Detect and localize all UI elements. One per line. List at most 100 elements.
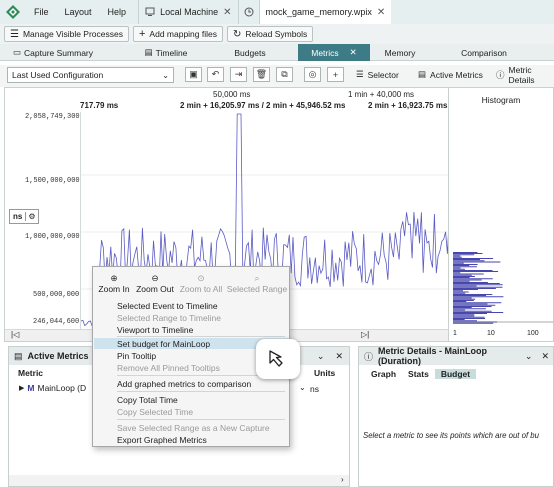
button-label: Reload Symbols bbox=[245, 29, 308, 39]
histogram-bar bbox=[453, 314, 475, 316]
close-icon[interactable]: ✕ bbox=[223, 7, 231, 18]
histogram-bar bbox=[453, 304, 496, 306]
y-tick-label: 1,000,000,000 bbox=[25, 233, 80, 241]
zoom-to-all-tool[interactable]: ⊙ Zoom to All bbox=[177, 270, 225, 296]
menu-item-export-graphed-metrics[interactable]: Export Graphed Metrics bbox=[94, 434, 288, 445]
close-icon[interactable]: ✕ bbox=[350, 47, 357, 58]
menu-item-selected-event-to-timeline[interactable]: Selected Event to Timeline bbox=[94, 300, 288, 311]
monitor-icon bbox=[145, 7, 155, 17]
menu-item-selected-range-to-timeline[interactable]: Selected Range to Timeline bbox=[94, 312, 288, 323]
histogram-bar bbox=[453, 261, 501, 263]
scroll-left-icon[interactable]: |◁ bbox=[11, 330, 19, 339]
table-icon: ▤ bbox=[14, 350, 23, 361]
button-label: Selector bbox=[367, 69, 399, 80]
tab-metrics[interactable]: Metrics ✕ bbox=[298, 44, 370, 61]
filter-icon[interactable]: ◎ bbox=[304, 67, 321, 82]
configuration-dropdown[interactable]: Last Used Configuration ⌄ bbox=[7, 67, 174, 83]
selector-button[interactable]: ☰ Selector bbox=[356, 67, 399, 82]
menu-item-save-selected-range[interactable]: Save Selected Range as a New Capture bbox=[94, 422, 288, 433]
toolbar: ☰ Manage Visible Processes + Add mapping… bbox=[0, 24, 554, 44]
metric-details-button[interactable]: ⓘ Metric Details bbox=[496, 64, 554, 85]
close-icon[interactable]: ✕ bbox=[377, 7, 385, 18]
refresh-icon: ↻ bbox=[233, 28, 242, 40]
ruler-right-bottom: 2 min + 16,923.75 ms bbox=[368, 101, 448, 110]
histogram-bar bbox=[453, 296, 504, 298]
close-icon[interactable]: ✕ bbox=[541, 351, 549, 362]
tab-mock-game-memory[interactable]: mock_game_memory.wpix ✕ bbox=[258, 0, 392, 24]
zoom-in-tool[interactable]: ⊕ Zoom In bbox=[95, 270, 133, 296]
histogram-bar bbox=[453, 285, 477, 287]
histogram-bar bbox=[453, 262, 464, 264]
tab-capture-clock-icon[interactable] bbox=[237, 0, 259, 24]
budget-message: Select a metric to see its points which … bbox=[363, 431, 539, 440]
histogram-bar bbox=[453, 313, 487, 314]
y-tick-label: 246,044,600 bbox=[33, 318, 80, 326]
menu-item-copy-total-time[interactable]: Copy Total Time bbox=[94, 394, 288, 405]
menu-bar: File Layout Help Local Machine ✕ mock_ga… bbox=[0, 0, 554, 24]
tab-memory[interactable]: Memory bbox=[376, 44, 424, 61]
tab-label: Memory bbox=[384, 47, 416, 58]
selected-range-tool[interactable]: ⌕ Selected Range bbox=[226, 270, 288, 296]
table-row[interactable]: ▶ M MainLoop (D bbox=[19, 382, 86, 394]
chevron-down-icon[interactable]: ⌄ bbox=[525, 351, 533, 362]
panel-title: Active Metrics bbox=[27, 351, 89, 361]
add-icon[interactable]: + bbox=[327, 67, 344, 82]
histogram-bar bbox=[453, 288, 496, 289]
histogram-bar bbox=[453, 284, 503, 286]
active-metrics-button[interactable]: ▤ Active Metrics bbox=[418, 67, 483, 82]
histogram-bar bbox=[453, 255, 461, 257]
chevron-down-icon[interactable]: ⌄ bbox=[317, 351, 325, 362]
tab-stats[interactable]: Stats bbox=[402, 369, 435, 379]
tab-budget[interactable]: Budget bbox=[434, 369, 477, 379]
metric-name: MainLoop (D bbox=[37, 383, 87, 393]
manage-visible-processes-button[interactable]: ☰ Manage Visible Processes bbox=[4, 26, 129, 42]
histogram-bar bbox=[453, 286, 503, 288]
tab-local-machine[interactable]: Local Machine ✕ bbox=[138, 0, 237, 24]
horizontal-scrollbar[interactable]: › bbox=[9, 475, 349, 486]
tab-budgets[interactable]: Budgets bbox=[225, 44, 275, 61]
summary-icon: ▭ bbox=[13, 47, 22, 57]
tab-capture-summary[interactable]: ▭ Capture Summary bbox=[4, 44, 102, 61]
copy-icon[interactable]: ⧉ bbox=[276, 67, 293, 82]
y-tick-label: 1,500,000,000 bbox=[25, 177, 80, 185]
details-tabs: Graph Stats Budget bbox=[365, 368, 477, 380]
menu-item-viewport-to-timeline[interactable]: Viewport to Timeline bbox=[94, 324, 288, 335]
y-tick-label: 2,058,749,300 bbox=[25, 113, 80, 121]
reload-symbols-button[interactable]: ↻ Reload Symbols bbox=[227, 26, 314, 42]
gear-icon[interactable]: ⚙ bbox=[25, 212, 37, 221]
histogram-bar bbox=[453, 277, 470, 278]
histogram-bar bbox=[453, 302, 502, 304]
menu-item-add-to-comparison[interactable]: Add graphed metrics to comparison bbox=[94, 378, 288, 389]
plus-icon: + bbox=[138, 28, 146, 40]
menu-help[interactable]: Help bbox=[100, 0, 135, 24]
histogram-bar bbox=[453, 301, 467, 302]
panel-header: ⓘ Metric Details - MainLoop (Duration) ⌄… bbox=[359, 346, 553, 366]
timeline-icon: ▤ bbox=[144, 47, 153, 57]
app-logo-icon bbox=[0, 0, 26, 24]
tab-timeline[interactable]: ▤ Timeline bbox=[140, 44, 192, 61]
chevron-down-icon[interactable]: ⌄ bbox=[299, 383, 306, 392]
menu-layout[interactable]: Layout bbox=[57, 0, 100, 24]
save-icon[interactable]: ▣ bbox=[185, 67, 202, 82]
scroll-right-icon[interactable]: › bbox=[341, 475, 344, 484]
scroll-right-icon[interactable]: ▷| bbox=[361, 330, 369, 339]
expand-icon[interactable]: ▶ bbox=[19, 384, 24, 392]
button-label: Metric Details bbox=[508, 64, 535, 85]
export-icon[interactable]: ⇥ bbox=[230, 67, 247, 82]
zoom-out-tool[interactable]: ⊖ Zoom Out bbox=[133, 270, 177, 296]
tab-graph[interactable]: Graph bbox=[365, 369, 402, 379]
tool-label: Zoom In bbox=[98, 283, 130, 294]
ruler-right-top: 1 min + 40,000 ms bbox=[348, 90, 415, 99]
menu-item-copy-selected-time[interactable]: Copy Selected Time bbox=[94, 406, 288, 417]
histogram-bar bbox=[453, 300, 474, 301]
undo-icon[interactable]: ↶ bbox=[207, 67, 224, 82]
panel-title: Metric Details - MainLoop (Duration) bbox=[378, 346, 488, 366]
tab-comparison[interactable]: Comparison bbox=[455, 44, 513, 61]
unit-selector[interactable]: ns ⚙ bbox=[9, 209, 39, 224]
histogram-bar bbox=[453, 268, 465, 270]
close-icon[interactable]: ✕ bbox=[335, 351, 343, 362]
menu-file[interactable]: File bbox=[26, 0, 57, 24]
add-mapping-files-button[interactable]: + Add mapping files bbox=[132, 26, 223, 42]
menu-separator bbox=[117, 391, 285, 392]
delete-icon[interactable]: 🗑 bbox=[253, 67, 270, 82]
